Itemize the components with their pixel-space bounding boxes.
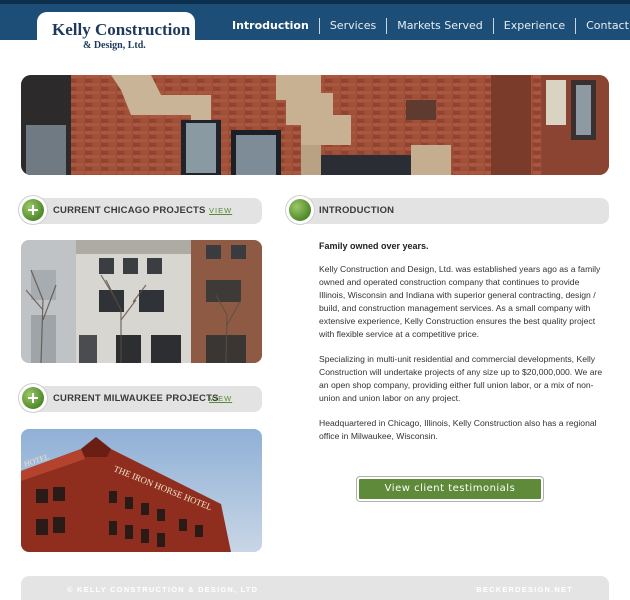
intro-paragraph-1: Kelly Construction and Design, Ltd. was …	[319, 264, 601, 339]
brick-facade-illustration	[21, 75, 609, 175]
milwaukee-projects-title: CURRENT MILWAUKEE PROJECTS	[53, 393, 219, 404]
main-nav: Introduction Services Markets Served Exp…	[222, 18, 630, 34]
chicago-view-link[interactable]: VIEW	[209, 206, 232, 215]
logo-subtitle: & Design, Ltd.	[83, 40, 146, 51]
milwaukee-project-photo[interactable]: THE IRON HORSE HOTEL HOTEL	[21, 429, 262, 552]
nav-contact[interactable]: Contact	[576, 18, 630, 34]
copyright-text: © KELLY CONSTRUCTION & DESIGN, LTD	[67, 585, 259, 594]
site-logo[interactable]: Kelly Construction & Design, Ltd.	[37, 12, 195, 58]
iron-horse-hotel-illustration: THE IRON HORSE HOTEL HOTEL	[21, 429, 262, 552]
nav-experience[interactable]: Experience	[494, 18, 575, 34]
introduction-title: INTRODUCTION	[319, 205, 395, 216]
hero-banner-image	[21, 75, 609, 175]
designer-credit-link[interactable]: BECKERDESIGN.NET	[476, 585, 573, 594]
intro-paragraph-3: Headquartered in Chicago, Illinois, Kell…	[319, 418, 597, 441]
chicago-project-photo[interactable]	[21, 240, 262, 363]
introduction-header: INTRODUCTION	[286, 196, 609, 224]
view-testimonials-button[interactable]: View client testimonials	[357, 477, 543, 501]
nav-introduction[interactable]: Introduction	[222, 18, 319, 34]
milwaukee-projects-header: CURRENT MILWAUKEE PROJECTS VIEW	[19, 384, 262, 412]
circle-bullet-icon	[286, 196, 314, 224]
footer-bar: © KELLY CONSTRUCTION & DESIGN, LTD BECKE…	[21, 576, 609, 600]
milwaukee-view-link[interactable]: VIEW	[209, 394, 232, 403]
chicago-building-illustration	[21, 240, 262, 363]
nav-services[interactable]: Services	[320, 18, 386, 34]
logo-name: Kelly Construction	[52, 20, 191, 39]
intro-paragraph-2: Specializing in multi-unit residential a…	[319, 354, 603, 403]
plus-icon[interactable]	[19, 384, 47, 412]
introduction-content: Family owned over years. Kelly Construct…	[319, 240, 605, 455]
chicago-projects-title: CURRENT CHICAGO PROJECTS	[53, 205, 206, 216]
intro-heading: Family owned over years.	[319, 241, 429, 251]
plus-icon[interactable]	[19, 196, 47, 224]
nav-markets-served[interactable]: Markets Served	[387, 18, 493, 34]
chicago-projects-header: CURRENT CHICAGO PROJECTS VIEW	[19, 196, 262, 224]
